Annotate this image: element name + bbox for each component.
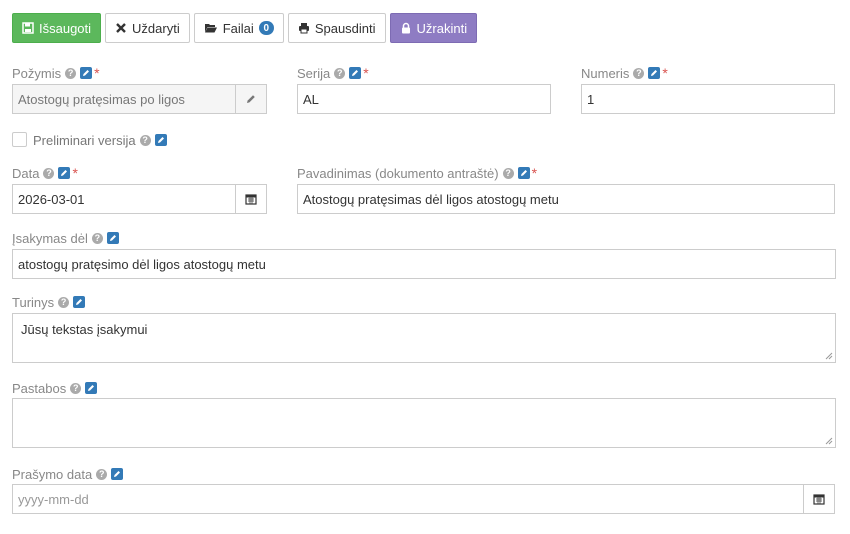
pavadinimas-label: Pavadinimas (dokumento antraštė) <box>297 165 499 181</box>
help-icon[interactable]: ? <box>65 67 77 79</box>
floppy-disk-icon <box>22 22 34 34</box>
turinys-textarea[interactable]: Jūsų tekstas įsakymui <box>12 313 836 363</box>
data-label: Data <box>12 165 40 181</box>
required-marker: * <box>531 165 538 181</box>
serija-input[interactable]: AL <box>297 84 551 114</box>
pencil-icon[interactable] <box>58 167 71 179</box>
pencil-icon[interactable] <box>349 67 362 79</box>
data-label-group: Data ? * <box>12 165 78 181</box>
print-label: Spausdinti <box>314 20 376 36</box>
lock-icon <box>401 22 410 34</box>
pencil-icon[interactable] <box>85 382 98 394</box>
prasymo-data-input[interactable]: yyyy-mm-dd <box>12 484 804 514</box>
files-label: Failai <box>222 20 254 36</box>
lock-label: Užrakinti <box>416 20 468 36</box>
pavadinimas-input[interactable]: Atostogų pratęsimas dėl ligos atostogų m… <box>297 184 835 214</box>
turinys-label-group: Turinys ? <box>12 294 86 310</box>
help-icon[interactable]: ? <box>70 382 82 394</box>
isakymas-del-label: Įsakymas dėl <box>12 230 88 246</box>
numeris-input[interactable]: 1 <box>581 84 835 114</box>
print-button[interactable]: Spausdinti <box>287 13 386 43</box>
serija-label: Serija <box>297 65 331 81</box>
help-icon[interactable]: ? <box>43 167 55 179</box>
turinys-label: Turinys <box>12 294 55 310</box>
required-marker: * <box>94 65 100 81</box>
numeris-label-group: Numeris ? * <box>581 65 668 81</box>
pencil-icon[interactable] <box>154 134 167 146</box>
required-marker: * <box>72 165 78 181</box>
pastabos-textarea[interactable] <box>12 398 836 448</box>
save-label: Išsaugoti <box>39 20 92 36</box>
data-input[interactable]: 2026-03-01 <box>12 184 236 214</box>
folder-open-icon <box>204 24 217 33</box>
pozymis-field[interactable]: Atostogų pratęsimas po ligos <box>12 84 236 114</box>
help-icon[interactable]: ? <box>502 167 514 179</box>
pencil-icon[interactable] <box>106 232 119 244</box>
calendar-icon <box>813 494 825 505</box>
prasymo-data-label-group: Prašymo data ? <box>12 466 124 482</box>
pencil-icon[interactable] <box>80 67 93 79</box>
files-count-badge: 0 <box>258 21 274 35</box>
pencil-icon[interactable] <box>648 67 661 79</box>
turinys-text: Jūsų tekstas įsakymui <box>21 322 148 337</box>
pavadinimas-label-group: Pavadinimas (dokumento antraštė) ? * <box>297 165 537 181</box>
prasymo-data-placeholder: yyyy-mm-dd <box>18 491 89 507</box>
preliminari-label-group: Preliminari versija ? <box>33 132 167 148</box>
required-marker: * <box>363 65 369 81</box>
pencil-icon[interactable] <box>517 167 530 179</box>
close-button[interactable]: Uždaryti <box>105 13 190 43</box>
date-picker-button[interactable] <box>803 484 835 514</box>
save-button[interactable]: Išsaugoti <box>12 13 102 43</box>
help-icon[interactable]: ? <box>633 67 645 79</box>
help-icon[interactable]: ? <box>139 134 151 146</box>
numeris-label: Numeris <box>581 65 630 81</box>
required-marker: * <box>662 65 668 81</box>
help-icon[interactable]: ? <box>58 296 70 308</box>
pozymis-edit-button[interactable] <box>235 84 267 114</box>
pastabos-label-group: Pastabos ? <box>12 380 98 396</box>
prasymo-data-label: Prašymo data <box>12 466 93 482</box>
resize-handle-icon[interactable] <box>825 352 833 360</box>
isakymas-del-input[interactable]: atostogų pratęsimo dėl ligos atostogų me… <box>12 249 836 279</box>
help-icon[interactable]: ? <box>91 232 103 244</box>
print-icon <box>298 23 309 34</box>
serija-label-group: Serija ? * <box>297 65 369 81</box>
pozymis-label-group: Požymis ? * <box>12 65 100 81</box>
lock-button[interactable]: Užrakinti <box>389 13 478 43</box>
calendar-icon <box>245 194 257 205</box>
help-icon[interactable]: ? <box>334 67 346 79</box>
pencil-icon[interactable] <box>73 296 86 308</box>
preliminari-checkbox[interactable] <box>12 132 27 147</box>
pencil-icon <box>247 95 255 103</box>
isakymas-del-label-group: Įsakymas dėl ? <box>12 230 119 246</box>
close-label: Uždaryti <box>132 20 180 36</box>
toolbar: Išsaugoti Uždaryti Failai 0 Spausdinti U… <box>12 13 478 43</box>
files-button[interactable]: Failai 0 <box>193 13 284 43</box>
pozymis-label: Požymis <box>12 65 62 81</box>
pencil-icon[interactable] <box>111 468 124 480</box>
pastabos-label: Pastabos <box>12 380 67 396</box>
date-picker-button[interactable] <box>235 184 267 214</box>
help-icon[interactable]: ? <box>96 468 108 480</box>
resize-handle-icon[interactable] <box>825 437 833 445</box>
preliminari-label[interactable]: Preliminari versija <box>33 133 136 148</box>
close-icon <box>116 23 126 33</box>
